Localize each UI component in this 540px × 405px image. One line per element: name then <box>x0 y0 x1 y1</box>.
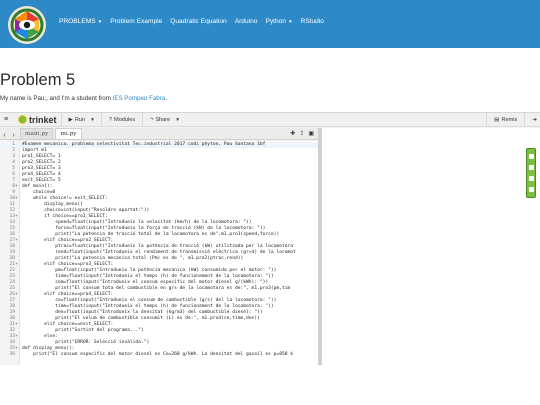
nav-item-label: Quadratic Equation <box>170 18 227 25</box>
share-label: Share <box>155 116 171 123</box>
modules-label: Modules <box>114 116 136 123</box>
nav-item-label: Python <box>265 18 286 25</box>
trinket-logo-icon <box>18 115 27 124</box>
page-title: Problem 5 <box>0 71 76 89</box>
nav-item-label: PROBLEMS <box>59 18 96 25</box>
upload-icon[interactable]: ⇪ <box>299 130 304 137</box>
trinket-brand-label: trinket <box>29 114 57 125</box>
caret-down-icon: ▼ <box>287 19 293 24</box>
code-line: 36 print("El consum especific del motor … <box>0 352 318 358</box>
run-label: Run <box>74 116 86 123</box>
run-options-button[interactable]: ▾ <box>88 117 97 123</box>
code-editor[interactable]: 1 #Examen mecanica. problema selectivitat… <box>0 141 318 365</box>
intro-prefix: My name is Pau;, and I'm a student from <box>0 95 113 102</box>
line-number: 36 <box>9 352 15 357</box>
share-icon: ⤷ <box>150 116 154 122</box>
remix-icon: ▤ <box>494 117 500 123</box>
question-icon: ? <box>108 116 113 123</box>
code-text: print("El consum especific del motor die… <box>22 352 294 357</box>
toolbar-divider <box>142 112 144 127</box>
nav-item-problems[interactable]: PROBLEMS ▼ <box>59 18 102 25</box>
nav-item-label: RStudio <box>300 18 324 25</box>
intro-text: My name is Pau;, and I'm a student from … <box>0 95 167 102</box>
tab-scroll-right-icon[interactable]: › <box>9 132 18 139</box>
widget-dot-icon <box>528 154 534 159</box>
top-navbar: PROBLEMS ▼ Problem Example Quadratic Equati… <box>0 0 540 48</box>
hamburger-menu-icon[interactable]: ≡ <box>0 116 12 123</box>
trinket-logo[interactable]: trinket <box>18 115 57 125</box>
school-link[interactable]: IES Pompeu Fabra <box>113 95 166 102</box>
tab-scroll-left-icon[interactable]: ‹ <box>0 132 9 139</box>
remix-button[interactable]: ▤ Remix <box>491 117 520 123</box>
nav-item-problem-example[interactable]: Problem Example <box>110 18 162 25</box>
toolbar-divider <box>524 113 526 127</box>
chevron-down-icon: ▾ <box>91 116 94 123</box>
toolbar-divider <box>486 113 488 127</box>
tab-actions: ✚ ⇪ ▣ <box>290 130 314 137</box>
login-icon: ➔ <box>532 117 537 123</box>
assistant-widget[interactable] <box>526 148 536 198</box>
toolbar-divider <box>60 112 62 127</box>
toolbar-divider <box>100 112 102 127</box>
login-button[interactable]: ➔ <box>529 117 540 123</box>
toolbar-right: ▤ Remix ➔ <box>482 113 540 127</box>
file-icon[interactable]: ▣ <box>308 130 314 137</box>
share-button[interactable]: ⤷ Share <box>147 116 173 123</box>
caret-down-icon: ▼ <box>97 19 103 24</box>
widget-dot-icon <box>528 165 534 170</box>
share-options-button[interactable]: ▾ <box>173 117 182 123</box>
play-icon: ▶ <box>68 116 73 123</box>
remix-label: Remix <box>501 117 518 123</box>
nav-item-rstudio[interactable]: RStudio <box>301 18 324 25</box>
nav-item-quadratic-equation[interactable]: Quadratic Equation <box>170 18 226 25</box>
trinket-toolbar: ≡ trinket ▶ Run ▾ ? Modules ⤷ Share ▾ ▤ Remi… <box>0 112 540 127</box>
nav-item-python[interactable]: Python ▼ <box>265 18 292 25</box>
output-panel[interactable] <box>322 128 540 365</box>
add-file-icon[interactable]: ✚ <box>290 130 295 137</box>
site-logo-icon[interactable] <box>6 5 48 45</box>
trinket-embed: ≡ trinket ▶ Run ▾ ? Modules ⤷ Share ▾ ▤ Remi… <box>0 112 540 365</box>
chevron-down-icon: ▾ <box>176 116 180 123</box>
nav-item-label: Arduino <box>234 18 258 25</box>
widget-dot-icon <box>528 187 534 192</box>
run-button[interactable]: ▶ Run <box>66 117 89 123</box>
nav-item-label: Problem Example <box>110 18 163 25</box>
file-tabs: ‹ › main.py mi.py ✚ ⇪ ▣ <box>0 128 318 140</box>
modules-button[interactable]: ? Modules <box>106 117 138 123</box>
widget-dot-icon <box>528 176 534 181</box>
nav-item-arduino[interactable]: Arduino <box>235 18 258 25</box>
intro-suffix: . <box>165 95 167 102</box>
tab-main-py[interactable]: main.py <box>20 128 54 139</box>
tab-mi-py[interactable]: mi.py <box>55 128 82 139</box>
nav-menu: PROBLEMS ▼ Problem Example Quadratic Equati… <box>59 18 324 25</box>
